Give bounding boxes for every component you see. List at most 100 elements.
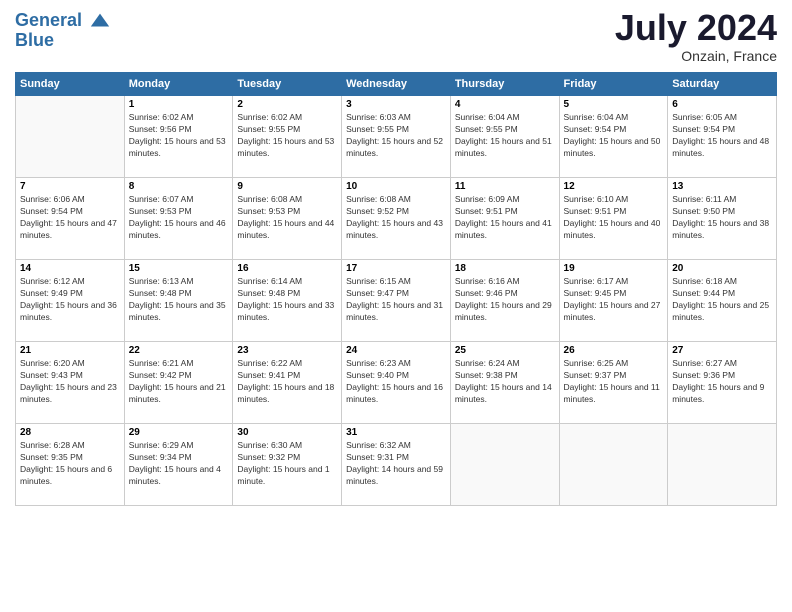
day-number: 20 xyxy=(672,263,772,274)
day-number: 7 xyxy=(20,181,120,192)
table-row: 1 Sunrise: 6:02 AMSunset: 9:56 PMDayligh… xyxy=(124,96,233,178)
day-info: Sunrise: 6:02 AMSunset: 9:56 PMDaylight:… xyxy=(129,112,229,160)
location: Onzain, France xyxy=(615,48,777,64)
title-block: July 2024 Onzain, France xyxy=(615,10,777,64)
day-number: 23 xyxy=(237,345,337,356)
day-number: 19 xyxy=(564,263,664,274)
table-row: 18 Sunrise: 6:16 AMSunset: 9:46 PMDaylig… xyxy=(450,260,559,342)
day-info: Sunrise: 6:22 AMSunset: 9:41 PMDaylight:… xyxy=(237,358,337,406)
day-number: 26 xyxy=(564,345,664,356)
day-number: 21 xyxy=(20,345,120,356)
day-info: Sunrise: 6:29 AMSunset: 9:34 PMDaylight:… xyxy=(129,440,229,488)
day-info: Sunrise: 6:04 AMSunset: 9:55 PMDaylight:… xyxy=(455,112,555,160)
logo-text: General xyxy=(15,10,111,32)
table-row: 9 Sunrise: 6:08 AMSunset: 9:53 PMDayligh… xyxy=(233,178,342,260)
month-title: July 2024 xyxy=(615,10,777,46)
table-row xyxy=(559,424,668,506)
day-number: 5 xyxy=(564,99,664,110)
day-info: Sunrise: 6:14 AMSunset: 9:48 PMDaylight:… xyxy=(237,276,337,324)
table-row: 26 Sunrise: 6:25 AMSunset: 9:37 PMDaylig… xyxy=(559,342,668,424)
day-info: Sunrise: 6:23 AMSunset: 9:40 PMDaylight:… xyxy=(346,358,446,406)
table-row xyxy=(450,424,559,506)
day-info: Sunrise: 6:24 AMSunset: 9:38 PMDaylight:… xyxy=(455,358,555,406)
day-number: 1 xyxy=(129,99,229,110)
day-number: 2 xyxy=(237,99,337,110)
day-info: Sunrise: 6:30 AMSunset: 9:32 PMDaylight:… xyxy=(237,440,337,488)
day-number: 28 xyxy=(20,427,120,438)
table-row: 3 Sunrise: 6:03 AMSunset: 9:55 PMDayligh… xyxy=(342,96,451,178)
table-row: 13 Sunrise: 6:11 AMSunset: 9:50 PMDaylig… xyxy=(668,178,777,260)
table-row: 11 Sunrise: 6:09 AMSunset: 9:51 PMDaylig… xyxy=(450,178,559,260)
day-info: Sunrise: 6:05 AMSunset: 9:54 PMDaylight:… xyxy=(672,112,772,160)
table-row: 2 Sunrise: 6:02 AMSunset: 9:55 PMDayligh… xyxy=(233,96,342,178)
logo: General Blue xyxy=(15,10,111,51)
table-row: 12 Sunrise: 6:10 AMSunset: 9:51 PMDaylig… xyxy=(559,178,668,260)
day-number: 9 xyxy=(237,181,337,192)
header-sunday: Sunday xyxy=(16,73,125,96)
day-info: Sunrise: 6:09 AMSunset: 9:51 PMDaylight:… xyxy=(455,194,555,242)
header-monday: Monday xyxy=(124,73,233,96)
table-row: 7 Sunrise: 6:06 AMSunset: 9:54 PMDayligh… xyxy=(16,178,125,260)
day-number: 3 xyxy=(346,99,446,110)
day-number: 16 xyxy=(237,263,337,274)
logo-icon xyxy=(89,10,111,32)
day-info: Sunrise: 6:06 AMSunset: 9:54 PMDaylight:… xyxy=(20,194,120,242)
calendar-table: Sunday Monday Tuesday Wednesday Thursday… xyxy=(15,72,777,506)
table-row: 27 Sunrise: 6:27 AMSunset: 9:36 PMDaylig… xyxy=(668,342,777,424)
day-info: Sunrise: 6:07 AMSunset: 9:53 PMDaylight:… xyxy=(129,194,229,242)
day-number: 14 xyxy=(20,263,120,274)
day-number: 24 xyxy=(346,345,446,356)
header-thursday: Thursday xyxy=(450,73,559,96)
day-number: 25 xyxy=(455,345,555,356)
header-saturday: Saturday xyxy=(668,73,777,96)
day-info: Sunrise: 6:18 AMSunset: 9:44 PMDaylight:… xyxy=(672,276,772,324)
table-row xyxy=(668,424,777,506)
day-info: Sunrise: 6:27 AMSunset: 9:36 PMDaylight:… xyxy=(672,358,772,406)
calendar-week-row: 1 Sunrise: 6:02 AMSunset: 9:56 PMDayligh… xyxy=(16,96,777,178)
header: General Blue July 2024 Onzain, France xyxy=(15,10,777,64)
calendar-week-row: 7 Sunrise: 6:06 AMSunset: 9:54 PMDayligh… xyxy=(16,178,777,260)
day-info: Sunrise: 6:04 AMSunset: 9:54 PMDaylight:… xyxy=(564,112,664,160)
day-number: 10 xyxy=(346,181,446,192)
day-info: Sunrise: 6:13 AMSunset: 9:48 PMDaylight:… xyxy=(129,276,229,324)
table-row: 4 Sunrise: 6:04 AMSunset: 9:55 PMDayligh… xyxy=(450,96,559,178)
day-number: 4 xyxy=(455,99,555,110)
table-row: 22 Sunrise: 6:21 AMSunset: 9:42 PMDaylig… xyxy=(124,342,233,424)
calendar-week-row: 21 Sunrise: 6:20 AMSunset: 9:43 PMDaylig… xyxy=(16,342,777,424)
day-info: Sunrise: 6:12 AMSunset: 9:49 PMDaylight:… xyxy=(20,276,120,324)
header-friday: Friday xyxy=(559,73,668,96)
day-number: 31 xyxy=(346,427,446,438)
day-number: 11 xyxy=(455,181,555,192)
day-info: Sunrise: 6:32 AMSunset: 9:31 PMDaylight:… xyxy=(346,440,446,488)
day-info: Sunrise: 6:17 AMSunset: 9:45 PMDaylight:… xyxy=(564,276,664,324)
day-number: 18 xyxy=(455,263,555,274)
day-number: 30 xyxy=(237,427,337,438)
day-number: 8 xyxy=(129,181,229,192)
table-row: 6 Sunrise: 6:05 AMSunset: 9:54 PMDayligh… xyxy=(668,96,777,178)
day-info: Sunrise: 6:11 AMSunset: 9:50 PMDaylight:… xyxy=(672,194,772,242)
day-info: Sunrise: 6:21 AMSunset: 9:42 PMDaylight:… xyxy=(129,358,229,406)
day-number: 6 xyxy=(672,99,772,110)
table-row: 14 Sunrise: 6:12 AMSunset: 9:49 PMDaylig… xyxy=(16,260,125,342)
table-row: 20 Sunrise: 6:18 AMSunset: 9:44 PMDaylig… xyxy=(668,260,777,342)
logo-blue: Blue xyxy=(15,30,111,51)
day-info: Sunrise: 6:16 AMSunset: 9:46 PMDaylight:… xyxy=(455,276,555,324)
table-row: 15 Sunrise: 6:13 AMSunset: 9:48 PMDaylig… xyxy=(124,260,233,342)
day-info: Sunrise: 6:10 AMSunset: 9:51 PMDaylight:… xyxy=(564,194,664,242)
table-row: 8 Sunrise: 6:07 AMSunset: 9:53 PMDayligh… xyxy=(124,178,233,260)
table-row: 29 Sunrise: 6:29 AMSunset: 9:34 PMDaylig… xyxy=(124,424,233,506)
calendar-week-row: 28 Sunrise: 6:28 AMSunset: 9:35 PMDaylig… xyxy=(16,424,777,506)
day-number: 15 xyxy=(129,263,229,274)
day-info: Sunrise: 6:03 AMSunset: 9:55 PMDaylight:… xyxy=(346,112,446,160)
table-row: 23 Sunrise: 6:22 AMSunset: 9:41 PMDaylig… xyxy=(233,342,342,424)
table-row: 28 Sunrise: 6:28 AMSunset: 9:35 PMDaylig… xyxy=(16,424,125,506)
day-number: 27 xyxy=(672,345,772,356)
day-number: 12 xyxy=(564,181,664,192)
table-row: 21 Sunrise: 6:20 AMSunset: 9:43 PMDaylig… xyxy=(16,342,125,424)
calendar-week-row: 14 Sunrise: 6:12 AMSunset: 9:49 PMDaylig… xyxy=(16,260,777,342)
table-row xyxy=(16,96,125,178)
day-info: Sunrise: 6:20 AMSunset: 9:43 PMDaylight:… xyxy=(20,358,120,406)
day-number: 29 xyxy=(129,427,229,438)
table-row: 30 Sunrise: 6:30 AMSunset: 9:32 PMDaylig… xyxy=(233,424,342,506)
table-row: 17 Sunrise: 6:15 AMSunset: 9:47 PMDaylig… xyxy=(342,260,451,342)
